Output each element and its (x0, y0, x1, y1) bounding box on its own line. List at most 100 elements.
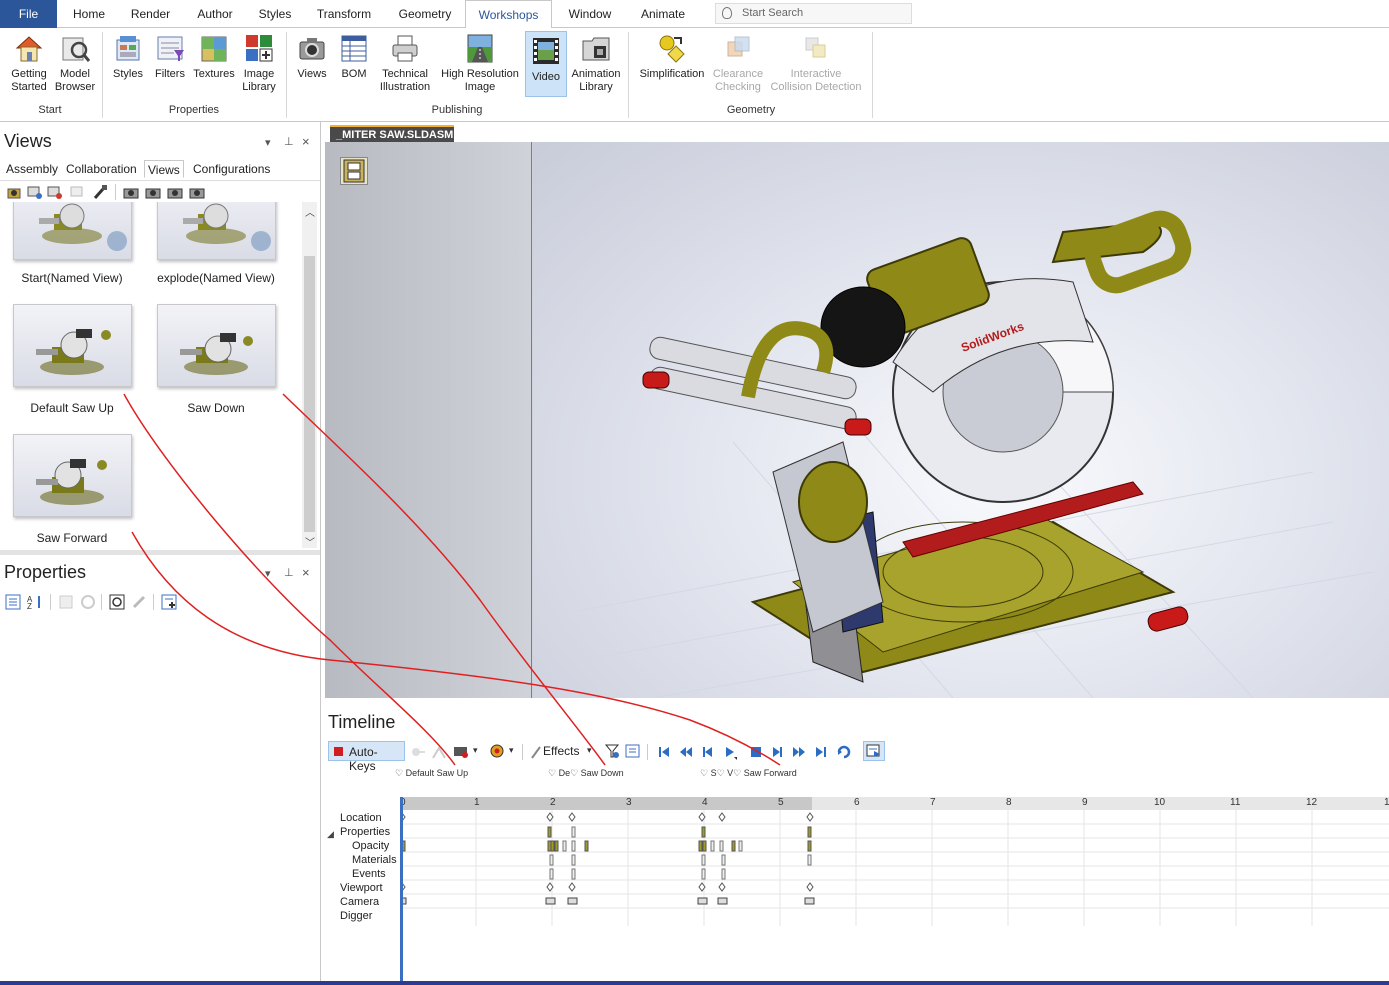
tab-window[interactable]: Window (557, 0, 623, 28)
camera-icon[interactable] (167, 184, 183, 200)
filter-keys-icon[interactable] (604, 743, 620, 759)
tab-workshops[interactable]: Workshops (465, 0, 552, 29)
animation-library-button[interactable]: Animation Library (568, 32, 624, 94)
close-icon[interactable]: × (302, 565, 310, 580)
disabled-view-icon[interactable] (70, 184, 86, 200)
view-thumbnail[interactable] (157, 304, 276, 387)
search-input[interactable]: Start Search (715, 3, 912, 24)
go-to-start-icon[interactable] (656, 744, 672, 760)
pin-icon[interactable]: ⊥ (284, 566, 294, 579)
effects-button[interactable]: Effects (543, 744, 579, 758)
delete-view-icon[interactable] (47, 184, 63, 200)
tab-configurations[interactable]: Configurations (190, 160, 273, 178)
camera-icon[interactable] (145, 184, 161, 200)
categorized-icon[interactable] (5, 594, 21, 610)
disabled-icon[interactable] (80, 594, 96, 610)
panel-menu-icon[interactable]: ▾ (265, 136, 271, 149)
stop-icon[interactable] (748, 744, 764, 760)
getting-started-button[interactable]: Getting Started (6, 32, 52, 94)
high-resolution-image-button[interactable]: High Resolution Image (436, 32, 524, 94)
model-render-area[interactable]: SolidWorks (533, 142, 1389, 699)
timeline-ruler[interactable]: 0 1 2 3 4 5 6 7 8 9 10 11 12 1 (400, 797, 1389, 810)
tab-geometry[interactable]: Geometry (388, 0, 462, 28)
tab-home[interactable]: Home (62, 0, 116, 28)
tab-animate[interactable]: Animate (629, 0, 697, 28)
textures-button[interactable]: Textures (192, 32, 236, 81)
brush-icon[interactable] (92, 184, 108, 200)
row-label-viewport[interactable]: Viewport (340, 882, 383, 894)
marker-default-saw-up[interactable]: ♡ Default Saw Up (395, 768, 468, 779)
pin-icon[interactable]: ⊥ (284, 135, 294, 148)
camera-icon[interactable] (123, 184, 139, 200)
timeline-options-button[interactable] (863, 741, 885, 761)
3d-viewport[interactable]: SolidWorks (325, 142, 1389, 699)
update-view-icon[interactable] (27, 184, 43, 200)
properties-keys-icon[interactable] (625, 743, 641, 759)
view-thumbnail[interactable] (157, 202, 276, 260)
scrollbar-thumb[interactable] (304, 256, 315, 532)
tab-assembly[interactable]: Assembly (3, 160, 61, 178)
key-icon-disabled[interactable] (410, 744, 426, 760)
timeline-key-grid[interactable] (400, 810, 1389, 926)
panel-splitter[interactable] (0, 550, 320, 555)
view-thumbnail[interactable] (13, 202, 132, 260)
path-icon-disabled[interactable] (431, 744, 447, 760)
row-label-location[interactable]: Location (340, 812, 382, 824)
panel-menu-icon[interactable]: ▾ (265, 567, 271, 580)
collapse-triangle-icon[interactable]: ◢ (327, 829, 334, 840)
scroll-up-icon[interactable]: ︿ (305, 204, 315, 219)
views-scrollbar[interactable]: ︿ ﹀ (302, 202, 317, 549)
row-label-events[interactable]: Events (352, 868, 386, 880)
view-thumbnail[interactable] (13, 434, 132, 517)
effects-icon[interactable] (528, 744, 544, 760)
tab-file[interactable]: File (0, 0, 57, 28)
step-forward-icon[interactable] (769, 744, 785, 760)
technical-illustration-button[interactable]: Technical Illustration (376, 32, 434, 94)
reset-icon[interactable] (109, 594, 125, 610)
digger-icon[interactable] (489, 743, 505, 759)
styles-button[interactable]: Styles (108, 32, 148, 81)
marker-saw-forward[interactable]: ♡ S♡ V♡ Saw Forward (700, 768, 797, 779)
bom-button[interactable]: BOM (334, 32, 374, 81)
video-button[interactable]: Video (525, 31, 567, 97)
marker-saw-down[interactable]: ♡ De♡ Saw Down (548, 768, 624, 779)
scroll-down-icon[interactable]: ﹀ (305, 534, 315, 549)
add-property-icon[interactable] (161, 594, 177, 610)
views-button[interactable]: Views (292, 32, 332, 81)
disabled-icon[interactable] (58, 594, 74, 610)
sort-alpha-icon[interactable]: AZ (27, 594, 43, 610)
row-label-digger[interactable]: Digger (340, 910, 372, 922)
clearance-checking-button[interactable]: Clearance Checking (710, 32, 766, 94)
camera-key-icon[interactable] (453, 743, 469, 759)
close-icon[interactable]: × (302, 134, 310, 149)
auto-keys-button[interactable]: Auto-Keys (328, 741, 405, 773)
row-label-properties[interactable]: Properties (340, 826, 390, 838)
tab-styles[interactable]: Styles (249, 0, 301, 28)
model-browser-button[interactable]: Model Browser (52, 32, 98, 94)
loop-icon[interactable] (836, 744, 852, 760)
go-to-end-icon[interactable] (813, 744, 829, 760)
view-thumbnail[interactable] (13, 304, 132, 387)
document-tab[interactable]: _MITER SAW.SLDASM (330, 125, 454, 142)
tab-author[interactable]: Author (186, 0, 244, 28)
filters-button[interactable]: Filters (150, 32, 190, 81)
chevron-down-icon[interactable]: ▾ (473, 745, 478, 756)
film-strip-icon[interactable] (340, 157, 368, 185)
row-label-camera[interactable]: Camera (340, 896, 379, 908)
previous-key-icon[interactable] (678, 744, 694, 760)
next-key-icon[interactable] (791, 744, 807, 760)
interactive-collision-detection-button[interactable]: Interactive Collision Detection (766, 32, 866, 94)
tab-views[interactable]: Views (144, 160, 184, 178)
tab-collaboration[interactable]: Collaboration (63, 160, 140, 178)
row-label-opacity[interactable]: Opacity (352, 840, 389, 852)
tab-render[interactable]: Render (120, 0, 181, 28)
play-icon[interactable] (722, 744, 738, 760)
chevron-down-icon[interactable]: ▾ (587, 745, 592, 756)
tab-transform[interactable]: Transform (306, 0, 382, 28)
new-view-icon[interactable] (6, 184, 22, 200)
simplification-button[interactable]: Simplification (634, 32, 710, 81)
chevron-down-icon[interactable]: ▾ (509, 745, 514, 756)
pencil-icon[interactable] (131, 594, 147, 610)
row-label-materials[interactable]: Materials (352, 854, 397, 866)
camera-icon[interactable] (189, 184, 205, 200)
